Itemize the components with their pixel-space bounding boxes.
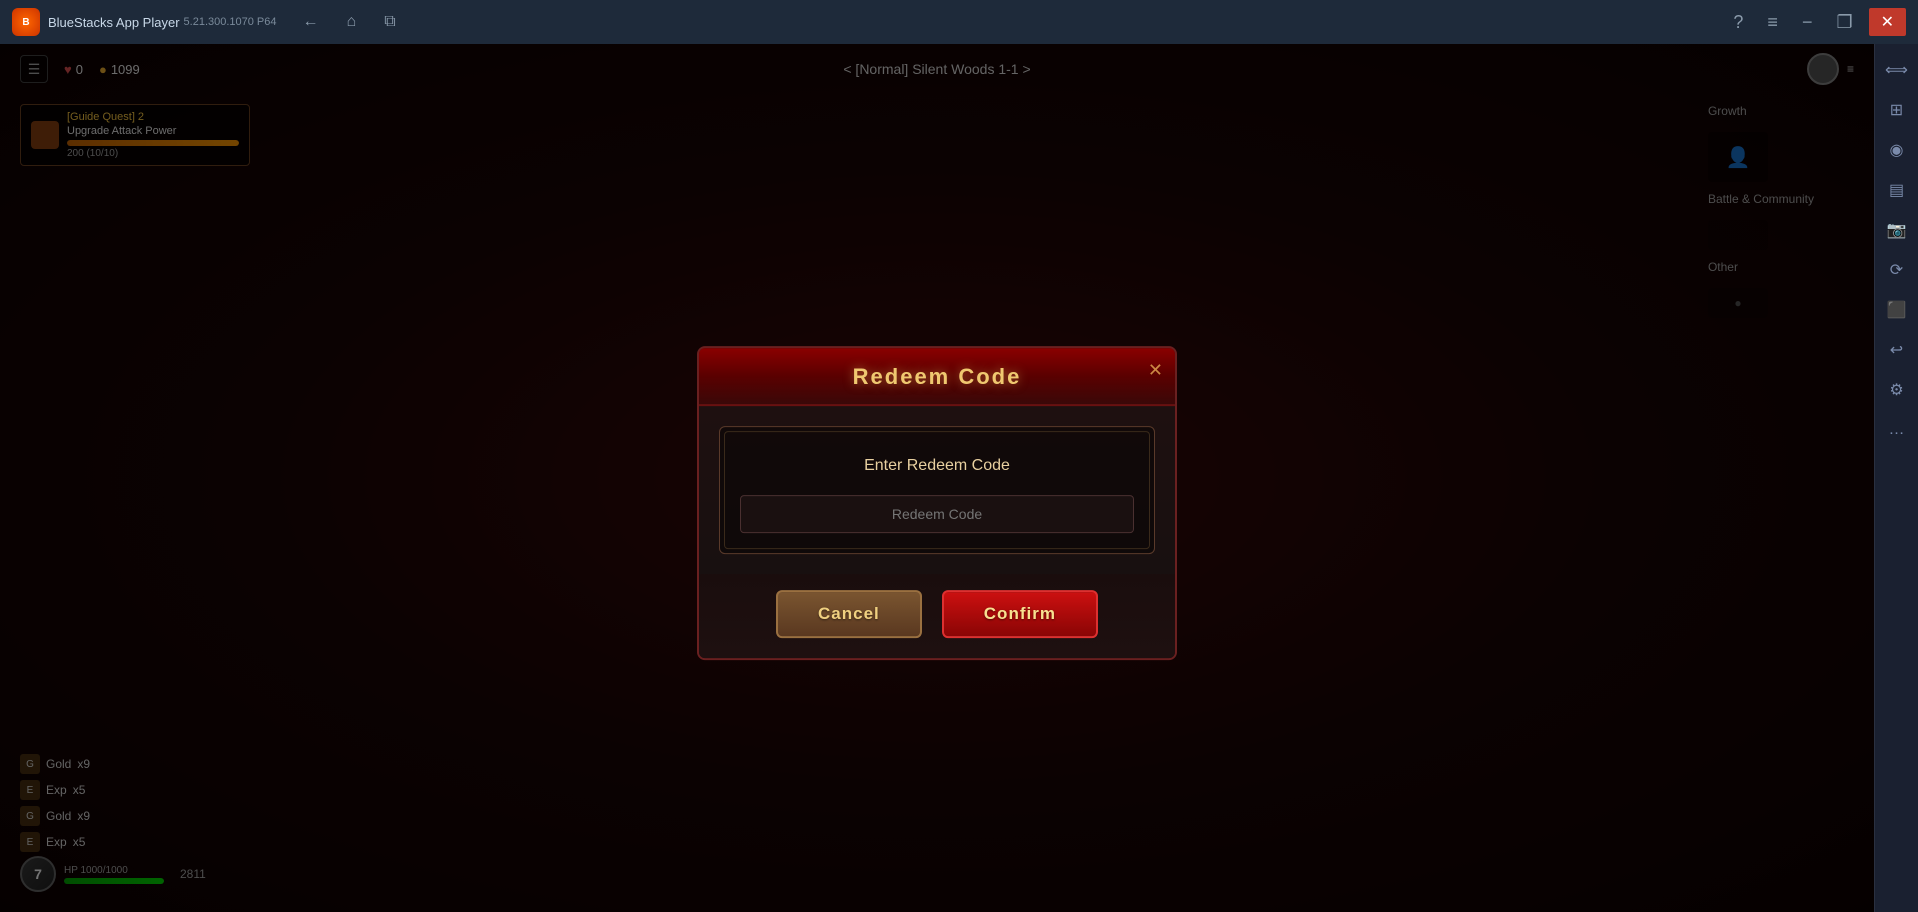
redeem-input-area: Enter Redeem Code: [719, 426, 1155, 554]
right-sidebar: ⟺ ⊞ ◉ ▤ 📷 ⟳ ⬛ ↩ ⚙ …: [1874, 44, 1918, 912]
redeem-buttons: Cancel Confirm: [699, 574, 1175, 658]
restore-button[interactable]: ❐: [1828, 10, 1860, 35]
redeem-title: Redeem Code: [853, 364, 1022, 389]
cancel-button[interactable]: Cancel: [776, 590, 922, 638]
help-button[interactable]: ?: [1725, 10, 1751, 35]
redeem-header: Redeem Code ✕: [699, 348, 1175, 406]
sidebar-icon-snapshot[interactable]: ⬛: [1879, 292, 1915, 328]
redeem-close-button[interactable]: ✕: [1148, 360, 1163, 381]
sidebar-icon-settings[interactable]: ⚙: [1879, 372, 1915, 408]
multi-window-button[interactable]: ⧉: [378, 11, 401, 33]
redeem-code-input[interactable]: [740, 495, 1134, 533]
sidebar-icon-back[interactable]: ↩: [1879, 332, 1915, 368]
app-version: 5.21.300.1070 P64: [184, 16, 277, 28]
sidebar-icon-2[interactable]: ◉: [1879, 132, 1915, 168]
redeem-modal: Redeem Code ✕ Enter Redeem Code Cancel C…: [697, 346, 1177, 660]
sidebar-icon-expand[interactable]: ⟺: [1879, 52, 1915, 88]
confirm-button[interactable]: Confirm: [942, 590, 1098, 638]
nav-controls: ← ⌂ ⧉: [297, 11, 402, 33]
home-button[interactable]: ⌂: [341, 11, 363, 33]
sidebar-icon-3[interactable]: ▤: [1879, 172, 1915, 208]
redeem-label: Enter Redeem Code: [740, 457, 1134, 475]
menu-button[interactable]: ≡: [1759, 10, 1786, 35]
sidebar-icon-camera[interactable]: 📷: [1879, 212, 1915, 248]
sidebar-icon-1[interactable]: ⊞: [1879, 92, 1915, 128]
close-button[interactable]: ✕: [1869, 8, 1906, 36]
sidebar-icon-more[interactable]: …: [1879, 412, 1915, 448]
window-controls: ? ≡ − ❐ ✕: [1725, 8, 1906, 36]
app-name: BlueStacks App Player: [48, 15, 180, 30]
title-bar: B BlueStacks App Player 5.21.300.1070 P6…: [0, 0, 1918, 44]
redeem-body: Enter Redeem Code: [699, 406, 1175, 574]
app-logo: B: [12, 8, 40, 36]
minimize-button[interactable]: −: [1794, 10, 1821, 35]
game-background: ☰ ♥ 0 ● 1099 < [Normal] Silent Woods 1-1…: [0, 44, 1874, 912]
back-button[interactable]: ←: [297, 11, 325, 33]
sidebar-icon-rotate[interactable]: ⟳: [1879, 252, 1915, 288]
